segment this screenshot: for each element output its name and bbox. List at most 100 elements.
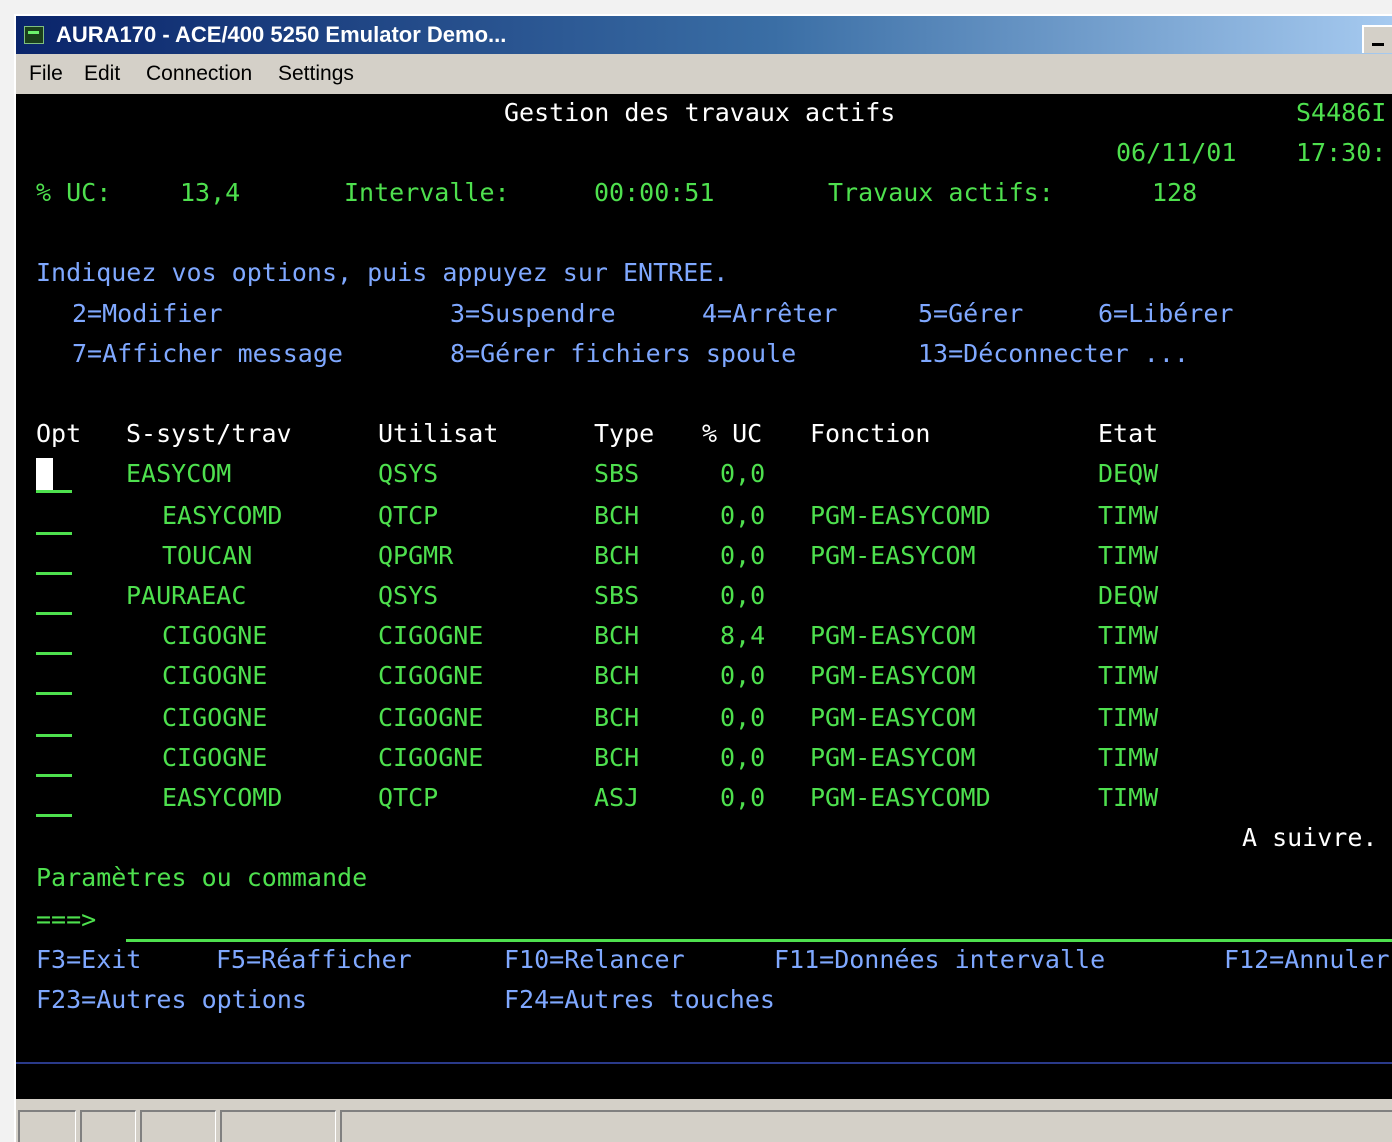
opt-field-row-8[interactable] — [36, 774, 72, 777]
job-cpu: 0,0 — [720, 459, 766, 488]
job-status: TIMW — [1098, 743, 1159, 772]
job-user: QSYS — [378, 581, 439, 610]
job-name: CIGOGNE — [162, 743, 268, 772]
status-segment — [80, 1110, 136, 1142]
opt-field-row-1[interactable] — [36, 490, 72, 493]
job-cpu: 0,0 — [720, 703, 766, 732]
status-segment — [140, 1110, 216, 1142]
col-status: Etat — [1098, 419, 1159, 448]
cpu-value: 13,4 — [180, 178, 241, 207]
emulator-window: AURA170 - ACE/400 5250 Emulator Demo... … — [14, 14, 1392, 1142]
option-3: 3=Suspendre — [450, 299, 616, 328]
minimize-button[interactable] — [1362, 25, 1392, 53]
job-name: EASYCOMD — [162, 783, 283, 812]
option-7: 7=Afficher message — [72, 339, 343, 368]
title-bar[interactable]: AURA170 - ACE/400 5250 Emulator Demo... — [16, 16, 1392, 54]
job-user: CIGOGNE — [378, 621, 484, 650]
option-8: 8=Gérer fichiers spoule — [450, 339, 797, 368]
opt-field-row-5[interactable] — [36, 652, 72, 655]
job-status: TIMW — [1098, 541, 1159, 570]
job-cpu: 8,4 — [720, 621, 766, 650]
job-name: EASYCOM — [126, 459, 232, 488]
option-13: 13=Déconnecter ... — [918, 339, 1189, 368]
active-jobs-value: 128 — [1152, 178, 1198, 207]
job-cpu: 0,0 — [720, 541, 766, 570]
job-type: BCH — [594, 661, 640, 690]
job-cpu: 0,0 — [720, 743, 766, 772]
menu-file[interactable]: File — [29, 62, 63, 86]
job-cpu: 0,0 — [720, 661, 766, 690]
screen-title: Gestion des travaux actifs — [504, 98, 896, 127]
col-job: S-syst/trav — [126, 419, 292, 448]
job-function: PGM-EASYCOM — [810, 743, 976, 772]
col-type: Type — [594, 419, 655, 448]
col-user: Utilisat — [378, 419, 499, 448]
opt-field-row-9[interactable] — [36, 814, 72, 817]
fkey-f10[interactable]: F10=Relancer — [504, 946, 685, 974]
job-name: PAURAEAC — [126, 581, 247, 610]
job-user: CIGOGNE — [378, 703, 484, 732]
opt-field-row-6[interactable] — [36, 692, 72, 695]
fkey-f12[interactable]: F12=Annuler — [1224, 946, 1390, 974]
system-name: S4486I — [1296, 98, 1387, 127]
job-user: CIGOGNE — [378, 661, 484, 690]
opt-field-row-7[interactable] — [36, 734, 72, 737]
menu-settings[interactable]: Settings — [278, 62, 354, 86]
job-status: TIMW — [1098, 621, 1159, 650]
opt-field-row-2[interactable] — [36, 532, 72, 535]
opt-field-row-3[interactable] — [36, 572, 72, 575]
col-opt: Opt — [36, 419, 82, 448]
job-status: TIMW — [1098, 501, 1159, 530]
opt-field-row-4[interactable] — [36, 612, 72, 615]
cpu-label: % UC: — [36, 178, 112, 207]
option-6: 6=Libérer — [1098, 299, 1234, 328]
job-type: BCH — [594, 703, 640, 732]
job-name: TOUCAN — [162, 541, 253, 570]
job-status: DEQW — [1098, 459, 1159, 488]
command-input[interactable] — [126, 939, 1392, 942]
job-function: PGM-EASYCOM — [810, 703, 976, 732]
job-function: PGM-EASYCOM — [810, 661, 976, 690]
menu-connection[interactable]: Connection — [146, 62, 252, 86]
job-name: EASYCOMD — [162, 501, 283, 530]
fkey-f23[interactable]: F23=Autres options — [36, 986, 307, 1014]
time: 17:30: — [1296, 138, 1387, 167]
job-status: TIMW — [1098, 661, 1159, 690]
instructions: Indiquez vos options, puis appuyez sur E… — [36, 258, 729, 287]
operator-info-separator — [16, 1062, 1392, 1064]
interval-value: 00:00:51 — [594, 178, 715, 207]
job-name: CIGOGNE — [162, 703, 268, 732]
job-user: QTCP — [378, 501, 439, 530]
job-function: PGM-EASYCOMD — [810, 501, 991, 530]
fkey-f24[interactable]: F24=Autres touches — [504, 986, 775, 1014]
job-function: PGM-EASYCOM — [810, 541, 976, 570]
menu-edit[interactable]: Edit — [84, 62, 120, 86]
fkey-f3[interactable]: F3=Exit — [36, 946, 141, 974]
job-user: QPGMR — [378, 541, 454, 570]
command-label: Paramètres ou commande — [36, 863, 368, 892]
status-segment — [340, 1110, 1392, 1142]
job-cpu: 0,0 — [720, 501, 766, 530]
job-name: CIGOGNE — [162, 661, 268, 690]
job-type: BCH — [594, 501, 640, 530]
command-prompt: ===> — [36, 905, 97, 934]
status-bar — [16, 1106, 1392, 1142]
fkey-f5[interactable]: F5=Réafficher — [216, 946, 412, 974]
job-type: ASJ — [594, 783, 640, 812]
job-type: SBS — [594, 581, 640, 610]
job-user: CIGOGNE — [378, 743, 484, 772]
terminal-screen[interactable]: Gestion des travaux actifs S4486I 06/11/… — [16, 94, 1392, 1099]
option-4: 4=Arrêter — [702, 299, 838, 328]
col-cpu: % UC — [702, 419, 763, 448]
job-user: QSYS — [378, 459, 439, 488]
job-type: BCH — [594, 621, 640, 650]
job-cpu: 0,0 — [720, 783, 766, 812]
option-2: 2=Modifier — [72, 299, 223, 328]
job-cpu: 0,0 — [720, 581, 766, 610]
more-indicator: A suivre. — [1242, 823, 1378, 852]
active-jobs-label: Travaux actifs: — [828, 178, 1054, 207]
fkey-f11[interactable]: F11=Données intervalle — [774, 946, 1105, 974]
status-segment — [18, 1110, 76, 1142]
window-title: AURA170 - ACE/400 5250 Emulator Demo... — [56, 22, 507, 47]
job-name: CIGOGNE — [162, 621, 268, 650]
